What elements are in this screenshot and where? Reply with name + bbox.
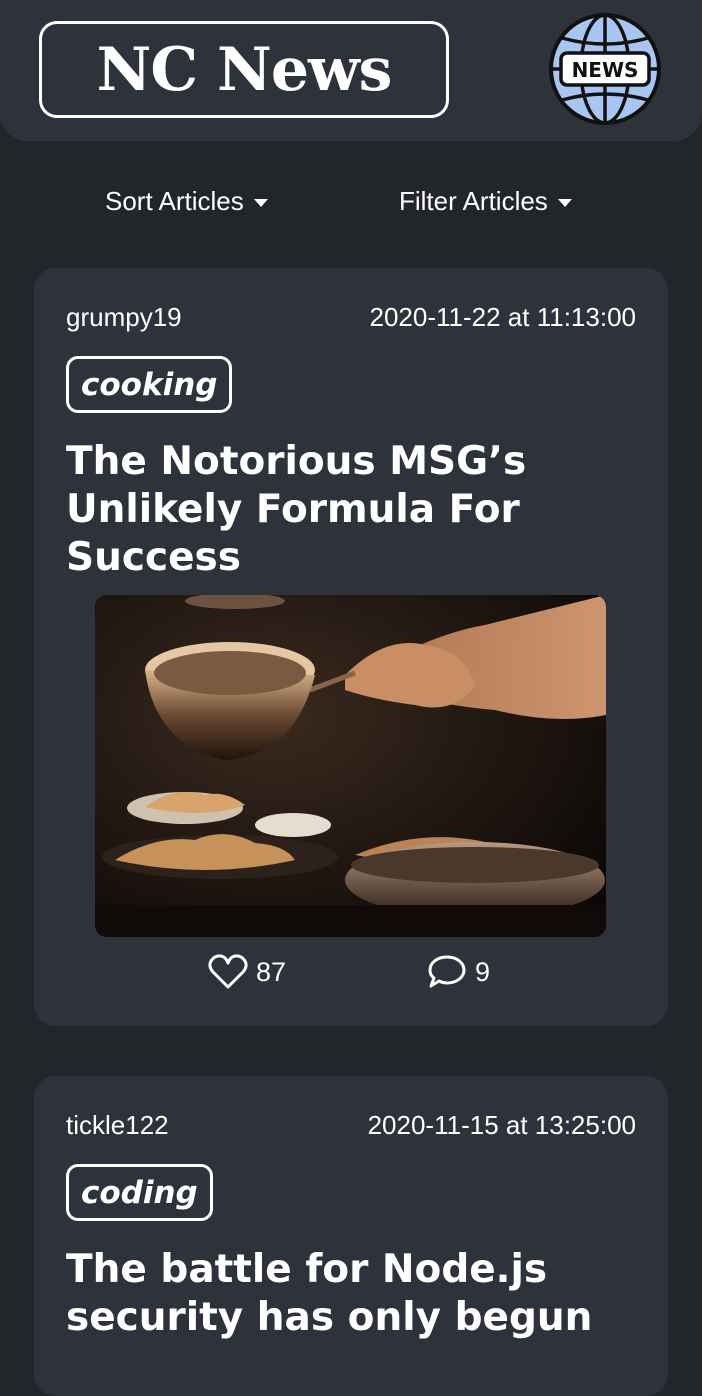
filter-articles-label: Filter Articles [399, 186, 548, 216]
comment-icon [428, 955, 466, 988]
article-title[interactable]: The Notorious MSG’s Unlikely Formula For… [66, 438, 628, 582]
article-meta: grumpy19 2020-11-22 at 11:13:00 [66, 302, 636, 333]
caret-down-icon [253, 198, 268, 207]
site-header: NC News NEWS [0, 0, 702, 141]
topic-badge[interactable]: coding [66, 1164, 213, 1221]
article-author[interactable]: tickle122 [66, 1110, 169, 1141]
article-card[interactable]: grumpy19 2020-11-22 at 11:13:00 cooking … [34, 268, 668, 1026]
sort-articles-dropdown[interactable]: Sort Articles [105, 186, 268, 217]
site-logo[interactable]: NC News [39, 21, 449, 118]
logo-text: NC News [96, 34, 393, 105]
sort-articles-label: Sort Articles [105, 186, 244, 216]
article-date: 2020-11-22 at 11:13:00 [369, 302, 636, 332]
filter-articles-dropdown[interactable]: Filter Articles [399, 186, 572, 217]
news-badge-text: NEWS [572, 58, 639, 82]
caret-down-icon [557, 198, 572, 207]
comments-count: 9 [475, 956, 491, 987]
topic-badge[interactable]: cooking [66, 356, 233, 413]
article-title[interactable]: The battle for Node.js security has only… [66, 1246, 628, 1342]
article-stats: 87 9 [34, 954, 668, 994]
article-image [95, 595, 606, 937]
votes-button[interactable]: 87 [208, 954, 286, 990]
news-globe-icon: NEWS [549, 13, 661, 125]
article-date: 2020-11-15 at 13:25:00 [367, 1110, 636, 1140]
article-meta: tickle122 2020-11-15 at 13:25:00 [66, 1110, 636, 1141]
article-author[interactable]: grumpy19 [66, 302, 182, 333]
heart-icon [208, 954, 248, 989]
article-controls: Sort Articles Filter Articles [0, 176, 702, 232]
comments-button[interactable]: 9 [427, 954, 490, 990]
votes-count: 87 [256, 956, 287, 987]
article-card[interactable]: tickle122 2020-11-15 at 13:25:00 coding … [34, 1076, 668, 1396]
cooking-photo [95, 595, 606, 937]
